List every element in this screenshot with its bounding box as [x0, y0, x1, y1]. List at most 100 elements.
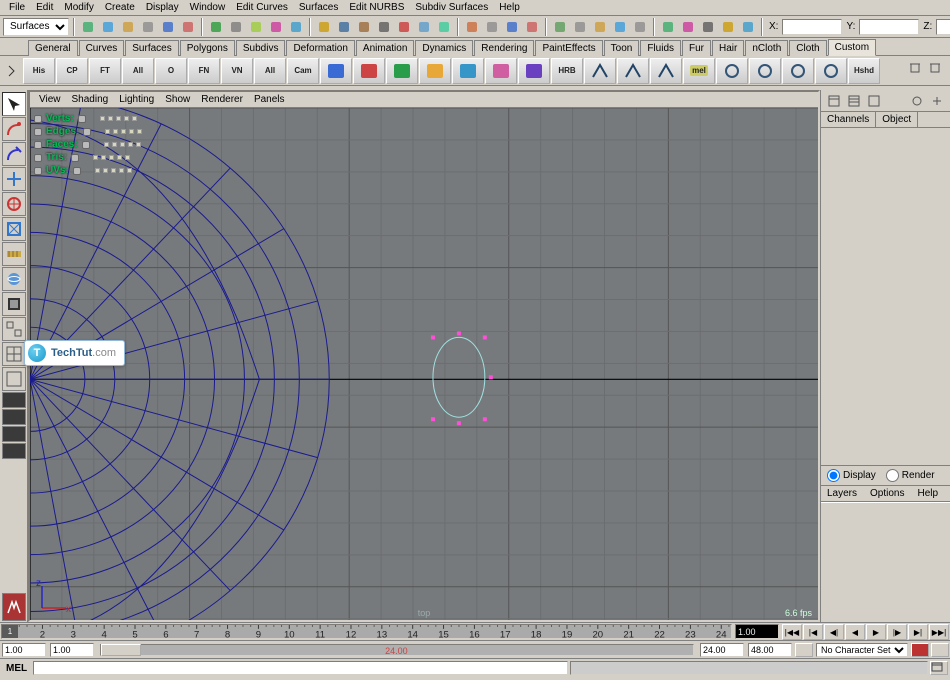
selection-handle[interactable] — [431, 335, 435, 339]
shelf-icon[interactable] — [815, 58, 847, 84]
shelf-tab-toon[interactable]: Toon — [604, 40, 640, 56]
toolbar-icon[interactable] — [79, 18, 97, 36]
shelf-button-cam[interactable]: Cam — [287, 58, 319, 84]
shelf-tab-curves[interactable]: Curves — [79, 40, 125, 56]
shelf-icon[interactable] — [419, 58, 451, 84]
layers-menu[interactable]: Layers — [821, 486, 863, 501]
coord-y-input[interactable] — [859, 19, 919, 35]
channelbox-icon[interactable] — [865, 92, 883, 110]
toolbar-icon[interactable] — [227, 18, 245, 36]
shelf-icon[interactable] — [716, 58, 748, 84]
playback-button[interactable]: |◀◀ — [782, 624, 802, 640]
menu-edit-curves[interactable]: Edit Curves — [231, 1, 293, 14]
shelf-icon[interactable] — [617, 58, 649, 84]
toolbar-icon[interactable] — [287, 18, 305, 36]
range-btn[interactable] — [795, 643, 813, 657]
tool-button[interactable] — [2, 367, 26, 391]
menu-help[interactable]: Help — [494, 1, 525, 14]
range-slider-track[interactable]: 24.00 — [100, 644, 694, 656]
shelf-tab-cloth[interactable]: Cloth — [789, 40, 826, 56]
shelf-icon[interactable] — [782, 58, 814, 84]
toolbar-icon[interactable] — [611, 18, 629, 36]
range-start-inner[interactable] — [50, 643, 94, 657]
command-input[interactable] — [33, 661, 568, 675]
tool-button[interactable] — [2, 92, 26, 116]
shelf-tab-fluids[interactable]: Fluids — [640, 40, 681, 56]
shelf-trash-icon[interactable] — [906, 58, 924, 76]
shelf-button-hshd[interactable]: Hshd — [848, 58, 880, 84]
viewport[interactable]: Verts:Edges:Faces:Tris:UVs: x z top 6.6 … — [30, 108, 818, 620]
shelf-button-ft[interactable]: FT — [89, 58, 121, 84]
menu-create[interactable]: Create — [100, 1, 140, 14]
toolbar-icon[interactable] — [119, 18, 137, 36]
toolbar-icon[interactable] — [551, 18, 569, 36]
selection-handle[interactable] — [489, 375, 493, 379]
selection-handle[interactable] — [431, 417, 435, 421]
toolbar-icon[interactable] — [659, 18, 677, 36]
shelf-tab-deformation[interactable]: Deformation — [286, 40, 354, 56]
shelf-tab-dynamics[interactable]: Dynamics — [415, 40, 473, 56]
toolbar-icon[interactable] — [159, 18, 177, 36]
current-frame-field[interactable]: 1.00 — [735, 624, 779, 639]
toolbar-icon[interactable] — [415, 18, 433, 36]
tool-extra[interactable] — [2, 392, 26, 408]
playback-button[interactable]: ▶| — [908, 624, 928, 640]
maya-icon[interactable] — [2, 593, 26, 621]
tool-button[interactable] — [2, 292, 26, 316]
shelf-nav-icon[interactable] — [4, 62, 22, 80]
menu-edit[interactable]: Edit — [31, 1, 58, 14]
toolbar-icon[interactable] — [483, 18, 501, 36]
layer-list[interactable] — [821, 502, 950, 622]
tool-extra[interactable] — [2, 443, 26, 459]
channelbox-icon[interactable] — [845, 92, 863, 110]
viewmenu-lighting[interactable]: Lighting — [114, 93, 159, 106]
shelf-tab-animation[interactable]: Animation — [356, 40, 414, 56]
playback-button[interactable]: ◀| — [824, 624, 844, 640]
range-btn[interactable] — [931, 643, 949, 657]
shelf-button-o[interactable]: O — [155, 58, 187, 84]
playback-button[interactable]: ▶ — [866, 624, 886, 640]
selection-handle[interactable] — [483, 335, 487, 339]
channelbox-icon[interactable] — [908, 92, 926, 110]
shelf-tab-general[interactable]: General — [28, 40, 78, 56]
shelf-tab-fur[interactable]: Fur — [682, 40, 711, 56]
toolbar-icon[interactable] — [463, 18, 481, 36]
tool-button[interactable] — [2, 217, 26, 241]
toolbar-icon[interactable] — [207, 18, 225, 36]
viewmenu-show[interactable]: Show — [160, 93, 195, 106]
script-editor-button[interactable] — [930, 661, 948, 675]
tool-button[interactable] — [2, 242, 26, 266]
toolbar-icon[interactable] — [267, 18, 285, 36]
shelf-icon[interactable] — [584, 58, 616, 84]
shelf-button-fn[interactable]: FN — [188, 58, 220, 84]
menu-file[interactable]: File — [4, 1, 30, 14]
menu-display[interactable]: Display — [141, 1, 184, 14]
toolbar-icon[interactable] — [355, 18, 373, 36]
menu-surfaces[interactable]: Surfaces — [294, 1, 343, 14]
playback-button[interactable]: ◀ — [845, 624, 865, 640]
toolbar-icon[interactable] — [571, 18, 589, 36]
toolbar-icon[interactable] — [139, 18, 157, 36]
toolbar-icon[interactable] — [739, 18, 757, 36]
channelbox-icon[interactable] — [825, 92, 843, 110]
tool-button[interactable] — [2, 167, 26, 191]
shelf-icon[interactable] — [320, 58, 352, 84]
shelf-tab-painteffects[interactable]: PaintEffects — [535, 40, 602, 56]
toolbar-icon[interactable] — [247, 18, 265, 36]
toolbar-icon[interactable] — [679, 18, 697, 36]
module-dropdown[interactable]: Surfaces — [3, 18, 69, 36]
tool-button[interactable] — [2, 317, 26, 341]
toolbar-icon[interactable] — [315, 18, 333, 36]
current-time-marker[interactable]: 1 — [2, 625, 18, 638]
selected-curve[interactable] — [433, 337, 485, 417]
shelf-tab-subdivs[interactable]: Subdivs — [236, 40, 286, 56]
shelf-button-all[interactable]: All — [254, 58, 286, 84]
shelf-icon[interactable] — [353, 58, 385, 84]
viewmenu-shading[interactable]: Shading — [67, 93, 114, 106]
viewmenu-renderer[interactable]: Renderer — [196, 93, 248, 106]
tab-object[interactable]: Object — [876, 112, 918, 127]
playback-button[interactable]: |◀ — [803, 624, 823, 640]
toolbar-icon[interactable] — [591, 18, 609, 36]
shelf-icon[interactable] — [749, 58, 781, 84]
tool-button[interactable] — [2, 117, 26, 141]
